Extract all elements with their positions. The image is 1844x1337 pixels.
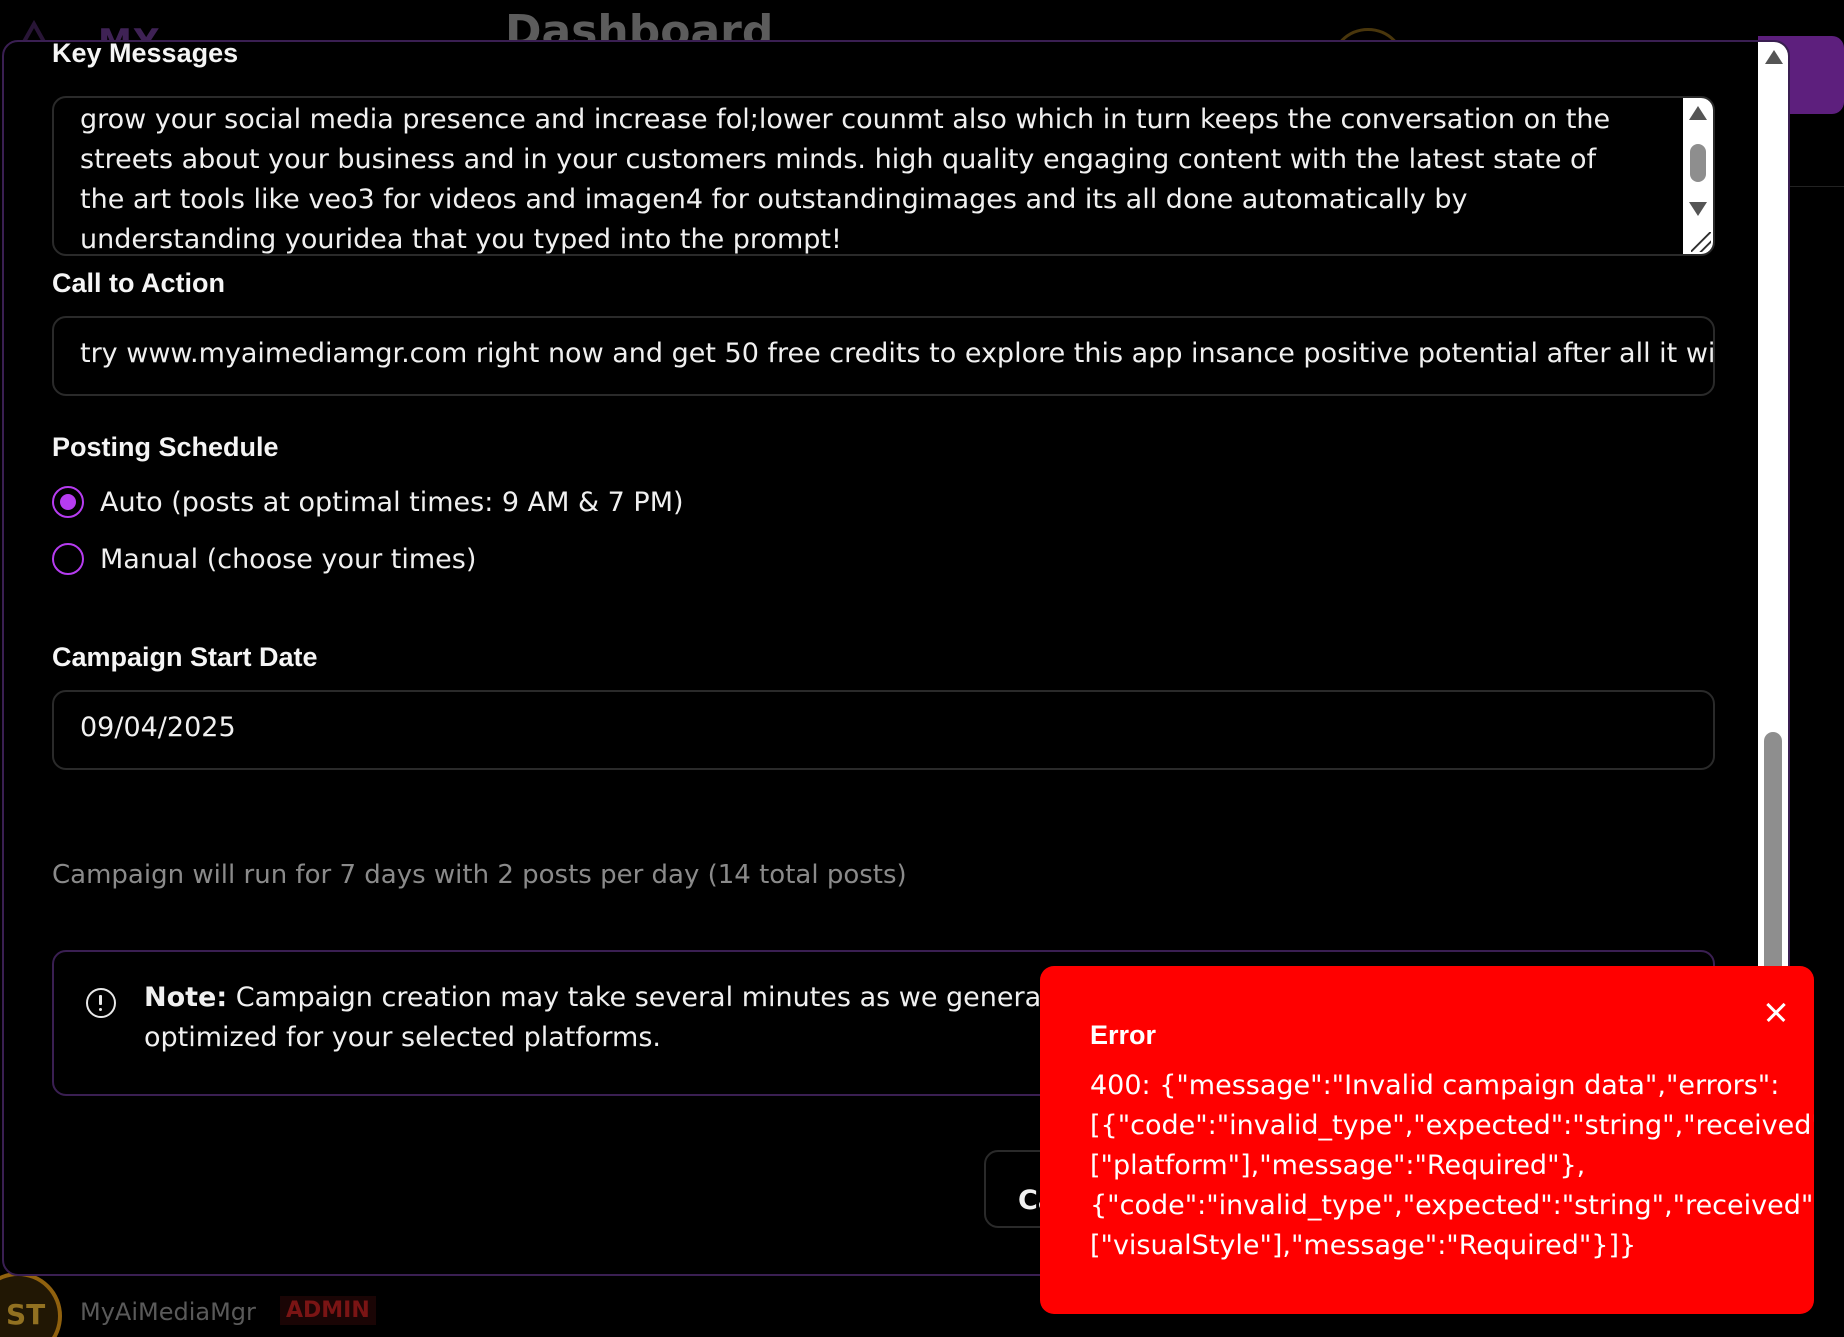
key-messages-label: Key Messages xyxy=(52,40,239,68)
note-bold: Note: xyxy=(144,982,228,1013)
call-to-action-label: Call to Action xyxy=(52,268,225,298)
start-date-label: Campaign Start Date xyxy=(52,642,318,672)
textarea-scrollbar[interactable] xyxy=(1683,98,1713,254)
avatar: ST xyxy=(0,1272,62,1337)
radio-auto-label: Auto (posts at optimal times: 9 AM & 7 P… xyxy=(100,486,684,518)
error-toast: Error 400: {"message":"Invalid campaign … xyxy=(1040,966,1814,1314)
key-messages-textarea[interactable]: grow your social media presence and incr… xyxy=(52,96,1715,256)
user-name: MyAiMediaMgr xyxy=(80,1298,256,1326)
radio-manual-label: Manual (choose your times) xyxy=(100,543,477,575)
key-messages-value: grow your social media presence and incr… xyxy=(80,104,1611,255)
info-icon xyxy=(86,988,116,1018)
scroll-up-icon[interactable] xyxy=(1689,106,1707,120)
start-date-value: 09/04/2025 xyxy=(80,712,236,743)
toast-message: 400: {"message":"Invalid campaign data",… xyxy=(1090,1070,1814,1261)
resize-grip-icon[interactable] xyxy=(1691,232,1711,252)
scroll-thumb[interactable] xyxy=(1690,144,1706,182)
start-date-input[interactable]: 09/04/2025 xyxy=(52,690,1715,770)
scroll-up-icon[interactable] xyxy=(1765,50,1783,64)
close-icon[interactable] xyxy=(1760,996,1792,1028)
campaign-duration-helper: Campaign will run for 7 days with 2 post… xyxy=(52,860,907,890)
radio-manual[interactable] xyxy=(52,543,84,575)
role-badge: ADMIN xyxy=(280,1296,376,1325)
radio-auto[interactable] xyxy=(52,486,84,518)
schedule-option-manual[interactable]: Manual (choose your times) xyxy=(52,542,476,576)
schedule-option-auto[interactable]: Auto (posts at optimal times: 9 AM & 7 P… xyxy=(52,485,684,519)
note-body: Campaign creation may take several minut… xyxy=(144,982,1069,1053)
toast-title: Error xyxy=(1090,1020,1157,1050)
call-to-action-input[interactable]: try www.myaimediamgr.com right now and g… xyxy=(52,316,1715,396)
sidebar-user-card[interactable]: ST MyAiMediaMgr ADMIN xyxy=(0,1268,455,1337)
scroll-down-icon[interactable] xyxy=(1689,202,1707,216)
posting-schedule-label: Posting Schedule xyxy=(52,432,279,462)
call-to-action-value: try www.myaimediamgr.com right now and g… xyxy=(80,338,1715,369)
